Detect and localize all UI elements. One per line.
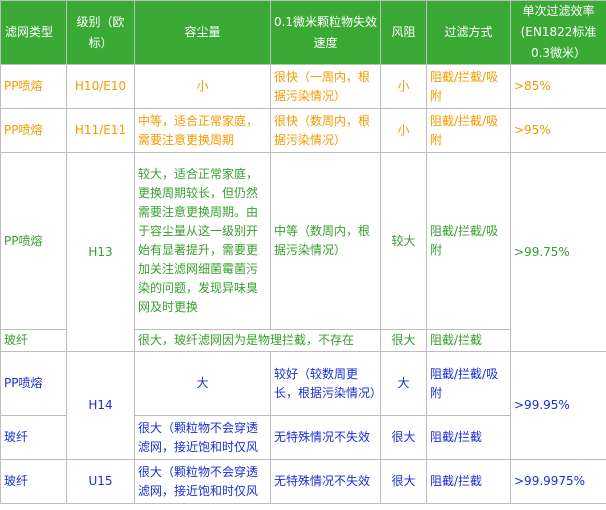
- header-failure-speed: 0.1微米颗粒物失效速度: [270, 0, 381, 65]
- cell-method: 阻截/拦截/吸附: [426, 351, 511, 416]
- cell-method: 阻截/拦截: [426, 415, 511, 460]
- cell-type: PP喷熔: [0, 152, 67, 330]
- cell-resistance: 小: [380, 108, 427, 153]
- cell-grade: H14: [66, 351, 135, 460]
- cell-grade: H11/E11: [66, 108, 135, 153]
- cell-type: PP喷熔: [0, 108, 67, 153]
- header-filtration-method: 过滤方式: [426, 0, 511, 65]
- cell-efficiency: >99.75%: [510, 152, 606, 352]
- cell-type: 玻纤: [0, 329, 67, 352]
- table-row-u15: 玻纤 U15 很大（颗粒物不会穿透滤网，接近饱和时仅风 无特殊情况不失效 很大 …: [0, 459, 606, 504]
- cell-grade: U15: [66, 459, 135, 504]
- header-efficiency: 单次过滤效率(EN1822标准0.3微米）: [510, 0, 606, 65]
- cell-efficiency: >95%: [510, 108, 606, 153]
- cell-capacity: 大: [134, 351, 271, 416]
- cell-method: 阻截/拦截: [426, 459, 511, 504]
- cell-method: 阻截/拦截/吸附: [426, 108, 511, 153]
- cell-resistance: 大: [380, 351, 427, 416]
- table-row-h11: PP喷熔 H11/E11 中等，适合正常家庭，需要注意更换周期 很快（数周内，根…: [0, 108, 606, 153]
- cell-type: PP喷熔: [0, 64, 67, 109]
- cell-type: 玻纤: [0, 415, 67, 460]
- cell-efficiency: >99.9975%: [510, 459, 606, 504]
- header-filter-type: 滤网类型: [0, 0, 67, 65]
- cell-capacity: 很大（颗粒物不会穿透滤网，接近饱和时仅风: [134, 459, 271, 504]
- table-row-h13-pp: PP喷熔 H13 较大，适合正常家庭，更换周期较长，但仍然需要注意更换周期。由于…: [0, 152, 606, 352]
- cell-capacity: 较大，适合正常家庭，更换周期较长，但仍然需要注意更换周期。由于容尘量从这一级别开…: [134, 152, 271, 330]
- cell-capacity-failure: 很大，玻纤滤网因为是物理拦截，不存在: [134, 329, 381, 352]
- cell-resistance: 很大: [380, 329, 427, 352]
- cell-failure: 中等（数周内，根据污染情况）: [270, 152, 381, 330]
- table-row-h10: PP喷熔 H10/E10 小 很快（一周内，根据污染情况） 小 阻截/拦截/吸附…: [0, 64, 606, 109]
- cell-grade: H13: [66, 152, 135, 352]
- cell-capacity: 小: [134, 64, 271, 109]
- header-row: 滤网类型 级别（欧标） 容尘量 0.1微米颗粒物失效速度 风阻 过滤方式 单次过…: [0, 0, 606, 65]
- cell-capacity: 很大（颗粒物不会穿透滤网，接近饱和时仅风: [134, 415, 271, 460]
- header-dust-capacity: 容尘量: [134, 0, 271, 65]
- header-grade: 级别（欧标）: [66, 0, 135, 65]
- cell-type: 玻纤: [0, 459, 67, 504]
- cell-capacity: 中等，适合正常家庭，需要注意更换周期: [134, 108, 271, 153]
- cell-resistance: 很大: [380, 415, 427, 460]
- cell-failure: 无特殊情况不失效: [270, 415, 381, 460]
- cell-resistance: 很大: [380, 459, 427, 504]
- cell-failure: 无特殊情况不失效: [270, 459, 381, 504]
- cell-failure: 很快（一周内，根据污染情况）: [270, 64, 381, 109]
- cell-method: 阻截/拦截: [426, 329, 511, 352]
- header-resistance: 风阻: [380, 0, 427, 65]
- cell-method: 阻截/拦截/吸附: [426, 152, 511, 330]
- cell-method: 阻截/拦截/吸附: [426, 64, 511, 109]
- cell-efficiency: >85%: [510, 64, 606, 109]
- table-row-h14-pp: PP喷熔 H14 大 较好（较数周更长，根据污染情况） 大 阻截/拦截/吸附 >…: [0, 351, 606, 460]
- cell-failure: 较好（较数周更长，根据污染情况）: [270, 351, 381, 416]
- cell-type: PP喷熔: [0, 351, 67, 416]
- cell-resistance: 小: [380, 64, 427, 109]
- filter-comparison-table: 滤网类型 级别（欧标） 容尘量 0.1微米颗粒物失效速度 风阻 过滤方式 单次过…: [0, 0, 606, 504]
- cell-resistance: 较大: [380, 152, 427, 330]
- cell-failure: 很快（数周内，根据污染情况）: [270, 108, 381, 153]
- cell-efficiency: >99.95%: [510, 351, 606, 460]
- cell-grade: H10/E10: [66, 64, 135, 109]
